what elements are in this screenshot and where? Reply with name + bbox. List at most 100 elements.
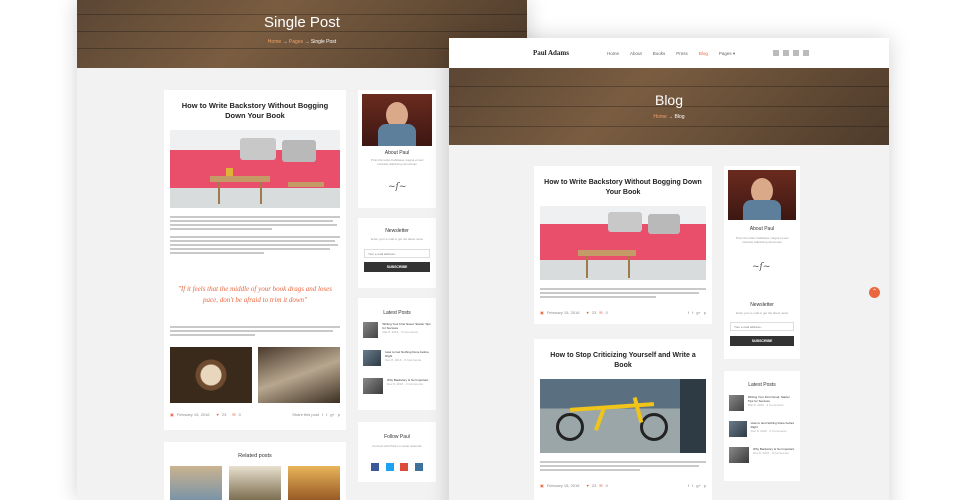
likes-count: 23 xyxy=(591,483,597,488)
latest-post-meta: Dec 8, 2016 · 0 Comments xyxy=(385,358,422,362)
about-text: Proin the tellus habitasse magna et sed … xyxy=(370,158,424,166)
list-item[interactable]: Why Backstory Is So Important Dec 8, 2016… xyxy=(729,447,796,463)
latest-post-title: How to Get Nothing Done before Right xyxy=(385,350,429,358)
list-item[interactable]: How to Get Nothing Done before Right Dec … xyxy=(729,421,796,437)
latest-posts-widget: Latest Posts Writing Your First Novel: S… xyxy=(724,371,800,481)
twitter-icon[interactable] xyxy=(773,50,779,56)
blog-post-card: How to Stop Criticizing Yourself and Wri… xyxy=(534,339,712,500)
pinterest-icon[interactable]: p xyxy=(704,483,706,488)
heart-icon[interactable]: ♥ xyxy=(586,310,588,315)
facebook-icon[interactable]: f xyxy=(322,412,323,417)
newsletter-title: Newsletter xyxy=(385,228,409,234)
pinterest-icon[interactable]: p xyxy=(338,412,340,417)
breadcrumb-pages[interactable]: Pages xyxy=(289,39,303,45)
post-image xyxy=(540,379,706,453)
comment-icon[interactable]: ✉ xyxy=(599,310,602,315)
facebook-icon[interactable]: f xyxy=(688,483,689,488)
googleplus-icon[interactable]: g+ xyxy=(330,412,335,417)
facebook-icon[interactable] xyxy=(783,50,789,56)
post-excerpt xyxy=(540,288,706,300)
about-title: About Paul xyxy=(384,150,410,156)
post-meta: ▣ February 15, 2016 ♥ 23 ✉ 0 f t g+ p xyxy=(540,483,706,488)
post-meta: ▣ February 15, 2016 ♥ 23 ✉ 0 f t g+ p xyxy=(540,310,706,315)
newsletter-widget: Newsletter Enter your e-mail to get the … xyxy=(724,291,800,359)
scroll-top-button[interactable]: ⌃ xyxy=(869,287,880,298)
breadcrumb-current: Single Post xyxy=(310,39,337,45)
comments-count: 0 xyxy=(238,412,241,417)
list-item[interactable]: Writing Your First Novel: Starter Tips f… xyxy=(729,395,796,411)
twitter-icon[interactable]: t xyxy=(692,310,693,315)
heart-icon[interactable]: ♥ xyxy=(586,483,588,488)
twitter-icon[interactable]: t xyxy=(326,412,327,417)
instagram-icon[interactable] xyxy=(803,50,809,56)
latest-post-meta: Dec 8, 2016 · 3 Comments xyxy=(753,451,789,455)
page-title: Single Post xyxy=(264,14,340,31)
googleplus-icon[interactable] xyxy=(400,463,409,471)
list-item[interactable]: How to Get Nothing Done before Right Dec … xyxy=(363,350,432,366)
twitter-icon[interactable]: t xyxy=(692,483,693,488)
googleplus-icon[interactable]: g+ xyxy=(696,310,701,315)
related-post-thumb[interactable] xyxy=(288,466,340,500)
latest-post-meta: Mar 8, 2016 · 3 Comments xyxy=(747,403,784,407)
heart-icon[interactable]: ♥ xyxy=(216,412,218,417)
newsletter-title: Newsletter xyxy=(750,302,774,308)
post-date: February 15, 2016 xyxy=(546,310,580,315)
comment-icon[interactable]: ✉ xyxy=(232,412,235,417)
author-photo xyxy=(362,94,432,146)
nav-item-home[interactable]: Home xyxy=(607,51,619,57)
post-date: February 15, 2016 xyxy=(546,483,580,488)
googleplus-icon[interactable] xyxy=(793,50,799,56)
post-title[interactable]: How to Write Backstory Without Bogging D… xyxy=(544,178,702,197)
related-post-thumb[interactable] xyxy=(229,466,281,500)
breadcrumb-home[interactable]: Home xyxy=(653,114,666,120)
main-nav: Home About Books Press Blog Pages ▾ xyxy=(607,51,735,57)
about-text: Proin the tellus habitasse magna et sed … xyxy=(735,236,789,244)
share-label: Share this post xyxy=(292,412,319,417)
site-logo[interactable]: Paul Adams xyxy=(533,49,569,57)
page-title: Blog xyxy=(654,92,684,108)
list-item[interactable]: Why Backstory Is So Important Dec 8, 2016… xyxy=(363,378,432,394)
calendar-icon: ▣ xyxy=(540,310,544,315)
site-header: Paul Adams Home About Books Press Blog P… xyxy=(449,38,889,68)
post-title[interactable]: How to Stop Criticizing Yourself and Wri… xyxy=(548,351,698,370)
instagram-icon[interactable] xyxy=(414,463,423,471)
blog-post-card: How to Write Backstory Without Bogging D… xyxy=(534,166,712,324)
nav-item-pages[interactable]: Pages ▾ xyxy=(719,51,735,57)
related-posts-title: Related posts xyxy=(238,453,272,459)
subscribe-button[interactable]: SUBSCRIBE xyxy=(364,262,430,272)
facebook-icon[interactable] xyxy=(371,463,380,471)
post-date: February 15, 2016 xyxy=(176,412,210,417)
article-title[interactable]: How to Write Backstory Without Bogging D… xyxy=(174,101,336,121)
list-item[interactable]: Writing Your First Novel: Starter Tips f… xyxy=(363,322,432,338)
calendar-icon: ▣ xyxy=(540,483,544,488)
newsletter-email-input[interactable]: Your e-mail address... xyxy=(730,322,794,331)
comments-count: 0 xyxy=(605,483,608,488)
breadcrumb-current: Blog xyxy=(674,114,685,120)
nav-item-about[interactable]: About xyxy=(630,51,642,57)
facebook-icon[interactable]: f xyxy=(688,310,689,315)
breadcrumb-home[interactable]: Home xyxy=(268,39,281,45)
twitter-icon[interactable] xyxy=(385,463,394,471)
pinterest-icon[interactable]: p xyxy=(704,310,706,315)
calendar-icon: ▣ xyxy=(170,412,174,417)
chevron-up-icon: ⌃ xyxy=(871,289,878,295)
related-post-thumb[interactable] xyxy=(170,466,222,500)
featured-image xyxy=(170,130,340,208)
nav-item-books[interactable]: Books xyxy=(653,51,666,57)
subscribe-button[interactable]: SUBSCRIBE xyxy=(730,336,794,346)
comment-icon[interactable]: ✉ xyxy=(599,483,602,488)
related-posts-card: Related posts xyxy=(164,442,346,500)
nav-item-press[interactable]: Press xyxy=(676,51,688,57)
latest-post-title: Writing Your First Novel: Starter Tips f… xyxy=(747,395,790,403)
blog-hero: Blog Home → Blog xyxy=(449,68,889,145)
newsletter-email-input[interactable]: Your e-mail address... xyxy=(364,249,430,258)
googleplus-icon[interactable]: g+ xyxy=(696,483,701,488)
post-thumb xyxy=(363,350,382,366)
post-thumb xyxy=(729,447,749,463)
latest-posts-title: Latest Posts xyxy=(383,310,411,316)
newsletter-text: Enter your e-mail to get the latest news xyxy=(735,311,789,315)
nav-item-blog[interactable]: Blog xyxy=(699,51,708,57)
newsletter-text: Enter your e-mail to get the latest news xyxy=(370,237,424,241)
likes-count: 23 xyxy=(221,412,227,417)
post-thumb xyxy=(363,378,383,394)
